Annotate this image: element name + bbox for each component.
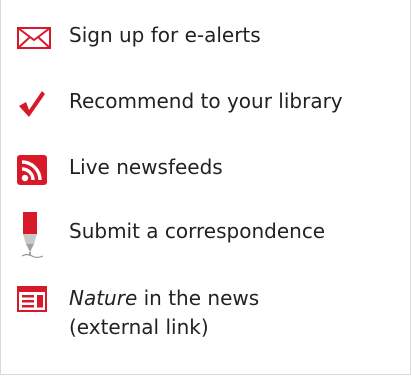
ealerts-label: Sign up for e-alerts (69, 23, 261, 47)
pen-icon (17, 212, 53, 260)
newsfeeds-label: Live newsfeeds (69, 155, 223, 179)
external-link-text: (external link) (69, 315, 209, 339)
in-the-news-text: in the news (137, 286, 260, 310)
eresources-panel: Sign up for e-alerts Recommend to your l… (0, 0, 411, 375)
rss-icon (17, 152, 53, 188)
recommend-library-link[interactable]: Recommend to your library (17, 86, 343, 122)
correspondence-link[interactable]: Submit a correspondence (17, 212, 325, 260)
ealerts-link[interactable]: Sign up for e-alerts (17, 20, 261, 56)
correspondence-label: Submit a correspondence (69, 219, 326, 243)
nature-italic-text: Nature (69, 286, 138, 310)
checkmark-icon (17, 86, 53, 122)
recommend-label: Recommend to your library (69, 89, 343, 113)
newspaper-icon (17, 284, 53, 314)
nature-news-label: Nature in the news (external link) (69, 284, 259, 342)
envelope-icon (17, 20, 53, 56)
nature-in-news-link[interactable]: Nature in the news (external link) (17, 284, 259, 342)
newsfeeds-link[interactable]: Live newsfeeds (17, 152, 223, 188)
